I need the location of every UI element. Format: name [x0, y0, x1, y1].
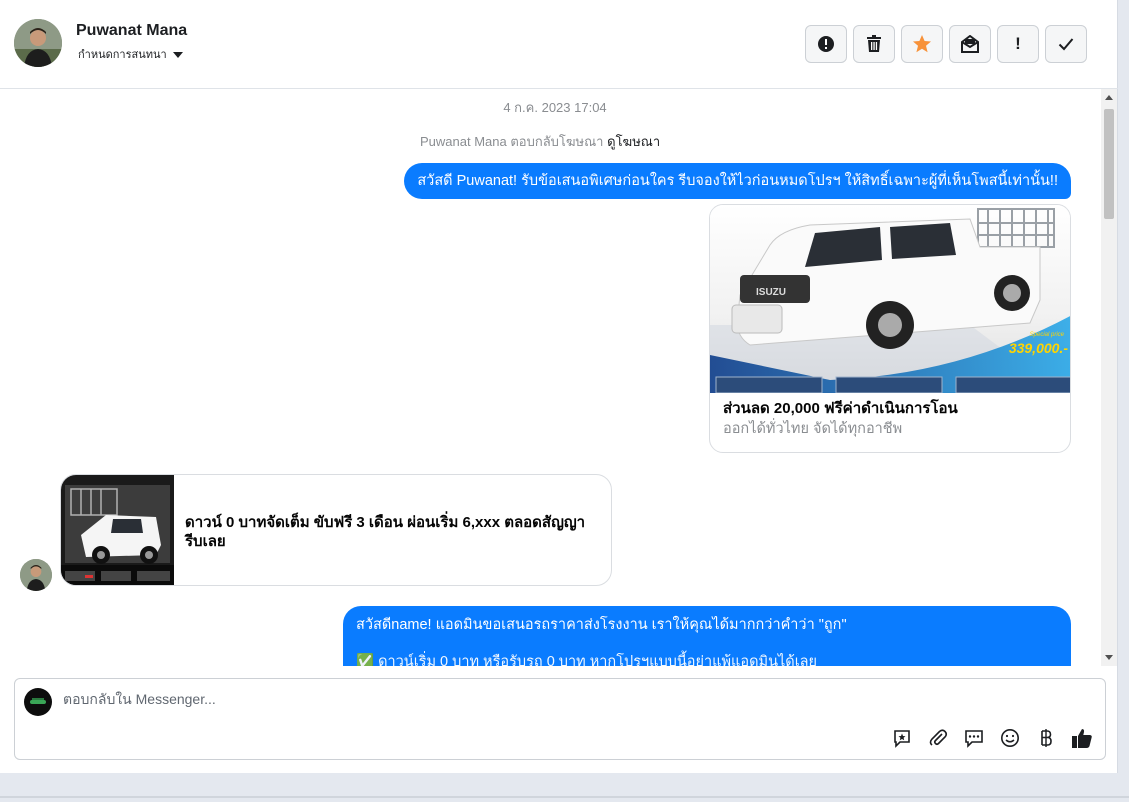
chat-bubble-icon — [965, 730, 983, 748]
baht-icon — [1041, 729, 1052, 747]
alert-circle-icon — [818, 36, 834, 52]
star-button[interactable] — [901, 25, 943, 63]
assign-conversation-dropdown[interactable]: กำหนดการสนทนา — [78, 45, 183, 63]
truck-promo-thumbnail[interactable] — [61, 475, 174, 585]
envelope-icon — [961, 35, 979, 53]
reply-input[interactable] — [63, 691, 763, 707]
page-avatar — [24, 688, 52, 716]
ad-reply-text: Puwanat Mana ตอบกลับโฆษณา — [420, 134, 604, 149]
message-line: ✅ ดาวน์เริ่ม 0 บาท หรือรับรถ 0 บาท หากโป… — [356, 653, 818, 666]
conversation-header: Puwanat Mana กำหนดการสนทนา ! — [0, 0, 1118, 89]
truck-ad-image[interactable]: ISUZU Special price 339,000.- — [710, 205, 1070, 393]
saved-reply-button[interactable] — [891, 727, 913, 749]
ad-reply-note: Puwanat Mana ตอบกลับโฆษณา ดูโฆษณา — [420, 131, 660, 152]
payment-button[interactable] — [1035, 727, 1057, 749]
message-timestamp: 4 ก.ค. 2023 17:04 — [503, 100, 607, 115]
special-price-badge: Special price — [1029, 332, 1064, 338]
incoming-ad-card[interactable]: ดาวน์ 0 บาทจัดเต็ม ขับฟรี 3 เดือน ผ่อนเร… — [60, 474, 612, 586]
emoji-button[interactable] — [999, 727, 1021, 749]
comment-button[interactable] — [963, 727, 985, 749]
sender-avatar — [20, 559, 52, 591]
view-ad-link[interactable]: ดูโฆษณา — [607, 134, 660, 149]
assign-label: กำหนดการสนทนา — [78, 49, 167, 61]
like-button[interactable] — [1071, 727, 1093, 749]
attach-button[interactable] — [927, 727, 949, 749]
outgoing-message[interactable]: สวัสดี Puwanat! รับข้อเสนอพิเศษก่อนใคร ร… — [404, 163, 1071, 199]
divider — [0, 796, 1129, 798]
saved-reply-icon — [894, 730, 910, 748]
svg-text:ISUZU: ISUZU — [756, 287, 786, 298]
exclamation-icon: ! — [1015, 34, 1021, 53]
thread-scrollbar[interactable] — [1101, 89, 1117, 666]
spam-button[interactable] — [805, 25, 847, 63]
mark-unread-button[interactable] — [949, 25, 991, 63]
message-thread[interactable]: 4 ก.ค. 2023 17:04 Puwanat Mana ตอบกลับโฆ… — [0, 89, 1100, 666]
scroll-thumb[interactable] — [1104, 109, 1114, 219]
incoming-ad-title: ดาวน์ 0 บาทจัดเต็ม ขับฟรี 3 เดือน ผ่อนเร… — [185, 514, 586, 550]
ad-card[interactable]: ISUZU Special price 339,000.- ส่วนลด 20,… — [709, 204, 1071, 453]
follow-up-button[interactable]: ! — [997, 25, 1039, 63]
inbox-conversation-panel: Puwanat Mana กำหนดการสนทนา ! 4 ก.ค. 2023… — [0, 0, 1118, 773]
outgoing-message-long[interactable]: สวัสดีname! แอดมินขอเสนอรถราคาส่งโรงงาน … — [343, 606, 1071, 666]
message-line: สวัสดีname! แอดมินขอเสนอรถราคาส่งโรงงาน … — [356, 617, 847, 633]
contact-avatar[interactable] — [14, 19, 62, 67]
check-icon — [1058, 38, 1074, 51]
delete-button[interactable] — [853, 25, 895, 63]
contact-name[interactable]: Puwanat Mana — [76, 22, 187, 40]
ad-card-subtitle: ออกได้ทั่วไทย จัดได้ทุกอาชีพ — [723, 421, 903, 437]
composer-toolbar — [891, 727, 1093, 749]
conversation-actions: ! — [805, 25, 1087, 63]
message-composer — [14, 678, 1106, 760]
trash-icon — [867, 35, 881, 52]
smiley-icon — [1001, 729, 1019, 747]
scroll-down-arrow-icon[interactable] — [1105, 655, 1113, 660]
scroll-up-arrow-icon[interactable] — [1105, 95, 1113, 100]
thumbs-up-icon — [1072, 729, 1092, 748]
price-label: 339,000.- — [1008, 340, 1068, 356]
star-icon — [913, 35, 931, 53]
chevron-down-icon — [172, 51, 183, 58]
done-button[interactable] — [1045, 25, 1087, 63]
paperclip-icon — [929, 729, 948, 746]
